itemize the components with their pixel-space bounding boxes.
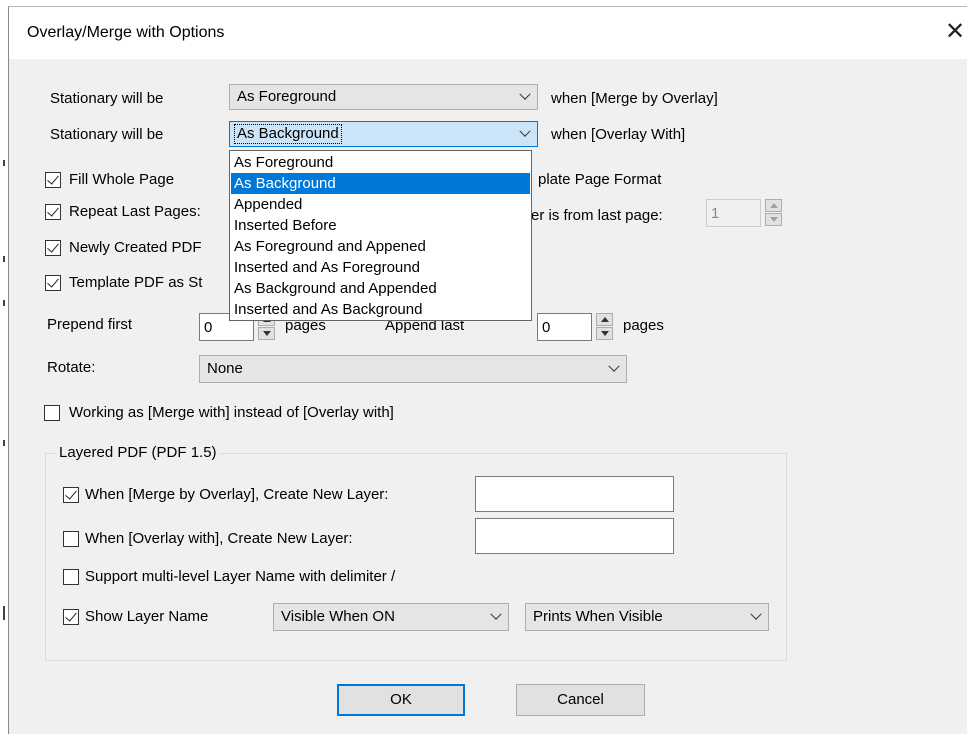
stationary-merge-value: As Foreground <box>237 88 337 105</box>
prepend-first-value: 0 <box>204 319 213 336</box>
last-page-value: 1 <box>711 205 720 222</box>
ok-button[interactable]: OK <box>337 684 465 716</box>
merge-overlay-layer-input[interactable] <box>475 476 674 512</box>
dropdown-option[interactable]: Inserted and As Background <box>231 299 530 320</box>
overlay-with-layer-label: When [Overlay with], Create New Layer: <box>85 530 353 547</box>
rotate-label: Rotate: <box>47 359 96 376</box>
stationary-merge-suffix: when [Merge by Overlay] <box>551 90 718 107</box>
rotate-select[interactable]: None <box>199 355 627 383</box>
chevron-down-icon <box>608 360 620 372</box>
stationary-overlay-suffix: when [Overlay With] <box>551 126 686 143</box>
fill-whole-page-label: Fill Whole Page <box>69 171 175 188</box>
rotate-value: None <box>207 360 243 377</box>
spin-down-button[interactable] <box>765 213 782 226</box>
overlay-with-layer-input[interactable] <box>475 518 674 554</box>
stationary-overlay-dropdown-list: As Foreground As Background Appended Ins… <box>229 150 532 321</box>
dropdown-option[interactable]: As Background and Appended <box>231 278 530 299</box>
spin-down-button[interactable] <box>596 327 613 340</box>
multilevel-layer-checkbox[interactable] <box>63 569 79 585</box>
last-page-input[interactable]: 1 <box>706 199 761 227</box>
overlay-merge-dialog: Overlay/Merge with Options ✕ Stationary … <box>8 6 967 734</box>
overlay-with-layer-checkbox[interactable] <box>63 531 79 547</box>
template-pdf-as-label: Template PDF as St <box>69 274 203 291</box>
triangle-up-icon <box>770 203 778 208</box>
show-layer-name-checkbox[interactable] <box>63 609 79 625</box>
show-layer-name-label: Show Layer Name <box>85 608 209 625</box>
dropdown-option-selected[interactable]: As Background <box>231 173 530 194</box>
dialog-title: Overlay/Merge with Options <box>27 24 225 41</box>
append-last-input[interactable]: 0 <box>537 313 592 341</box>
chevron-down-icon <box>490 608 502 620</box>
dropdown-option[interactable]: As Foreground and Appened <box>231 236 530 257</box>
working-as-merge-checkbox[interactable] <box>44 405 60 421</box>
multilevel-layer-label: Support multi-level Layer Name with deli… <box>85 568 396 585</box>
stationary-label-2: Stationary will be <box>50 126 164 143</box>
layer-visibility-value: Visible When ON <box>281 608 395 625</box>
merge-overlay-layer-checkbox[interactable] <box>63 487 79 503</box>
spin-up-button[interactable] <box>596 313 613 326</box>
triangle-down-icon <box>263 331 271 336</box>
last-page-spinner[interactable] <box>765 199 782 227</box>
title-bar: Overlay/Merge with Options ✕ <box>9 7 967 59</box>
triangle-down-icon <box>770 217 778 222</box>
append-last-value: 0 <box>542 319 551 336</box>
stationary-label-1: Stationary will be <box>50 90 164 107</box>
stationary-merge-select[interactable]: As Foreground <box>229 84 538 110</box>
chevron-down-icon <box>519 125 531 137</box>
repeat-last-pages-checkbox[interactable] <box>45 204 61 220</box>
dropdown-option[interactable]: Appended <box>231 194 530 215</box>
chevron-down-icon <box>750 608 762 620</box>
close-icon[interactable]: ✕ <box>941 18 967 46</box>
layered-pdf-group-label: Layered PDF (PDF 1.5) <box>56 443 220 463</box>
spin-down-button[interactable] <box>258 327 275 340</box>
template-page-format-label: plate Page Format <box>538 171 662 188</box>
background-window-edge <box>0 0 8 734</box>
dropdown-option[interactable]: Inserted Before <box>231 215 530 236</box>
last-page-label: er is from last page: <box>531 207 663 224</box>
layer-visibility-select[interactable]: Visible When ON <box>273 603 509 631</box>
newly-created-pdf-label: Newly Created PDF <box>69 239 202 256</box>
repeat-last-pages-label: Repeat Last Pages: <box>69 203 201 220</box>
cancel-button[interactable]: Cancel <box>516 684 645 716</box>
layer-printing-value: Prints When Visible <box>533 608 663 625</box>
spin-up-button[interactable] <box>765 199 782 212</box>
triangle-up-icon <box>601 317 609 322</box>
layer-printing-select[interactable]: Prints When Visible <box>525 603 769 631</box>
newly-created-pdf-checkbox[interactable] <box>45 240 61 256</box>
fill-whole-page-checkbox[interactable] <box>45 172 61 188</box>
stationary-overlay-select[interactable]: As Background <box>229 121 538 147</box>
working-as-merge-label: Working as [Merge with] instead of [Over… <box>69 404 394 421</box>
prepend-first-label: Prepend first <box>47 316 133 333</box>
dropdown-option[interactable]: As Foreground <box>231 152 530 173</box>
chevron-down-icon <box>519 88 531 100</box>
append-pages-unit: pages <box>623 317 664 334</box>
append-last-spinner[interactable] <box>596 313 613 341</box>
template-pdf-as-checkbox[interactable] <box>45 275 61 291</box>
dropdown-option[interactable]: Inserted and As Foreground <box>231 257 530 278</box>
triangle-down-icon <box>601 331 609 336</box>
merge-overlay-layer-label: When [Merge by Overlay], Create New Laye… <box>85 486 389 503</box>
stationary-overlay-value: As Background <box>234 124 342 144</box>
